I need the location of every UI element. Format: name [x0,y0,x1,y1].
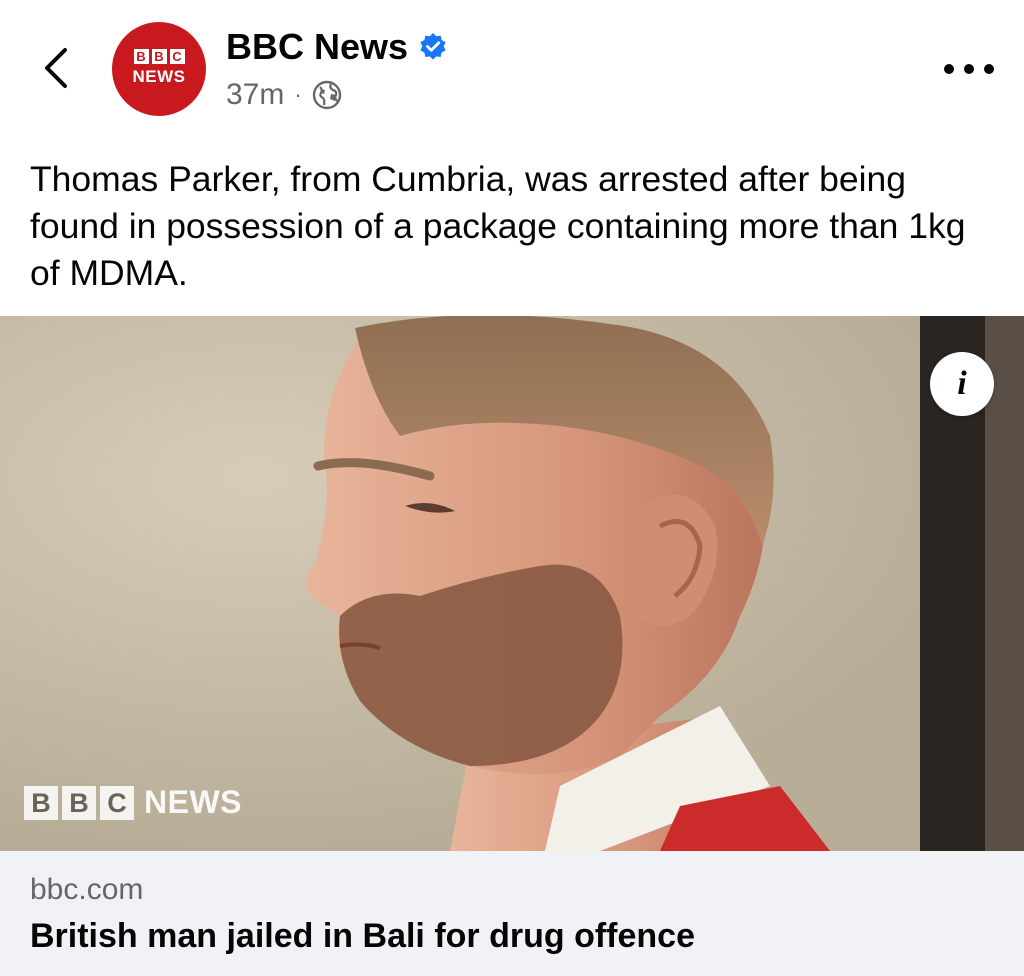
post-meta: 37m · [226,78,342,112]
avatar[interactable]: B B C NEWS [112,22,206,116]
image-info-button[interactable]: i [930,352,994,416]
post-header: B B C NEWS BBC News 37m · [0,0,1024,130]
watermark-news: NEWS [144,784,242,820]
avatar-block: C [169,49,185,64]
photo-illustration [0,316,1024,851]
back-button[interactable] [28,40,84,96]
timestamp[interactable]: 37m [226,78,284,112]
avatar-block: B [151,49,167,64]
watermark-block: C [100,785,134,820]
post-image[interactable] [0,316,1024,851]
page-name[interactable]: BBC News [226,26,408,68]
post-view: B B C NEWS BBC News 37m · Thomas Parker,… [0,0,1024,976]
more-options-button[interactable] [944,56,994,82]
avatar-logo-blocks: B B C [133,49,185,64]
more-options-icon [964,64,974,74]
post-text: Thomas Parker, from Cumbria, was arreste… [30,159,966,293]
link-title: British man jailed in Bali for drug offe… [30,917,695,955]
bbc-watermark: B B C NEWS [24,784,242,821]
watermark-block: B [62,785,96,820]
avatar-news-text: NEWS [132,67,186,86]
more-options-icon [984,64,994,74]
globe-icon [312,80,341,110]
link-preview-card[interactable]: bbc.com British man jailed in Bali for d… [0,851,1024,976]
avatar-block: B [133,49,149,64]
more-options-icon [944,64,954,74]
page-name-row: BBC News [226,26,448,68]
meta-separator: · [294,82,302,107]
link-domain: bbc.com [30,873,144,906]
verified-badge-icon [420,33,446,60]
watermark-block: B [24,785,58,820]
chevron-left-icon [45,48,67,88]
